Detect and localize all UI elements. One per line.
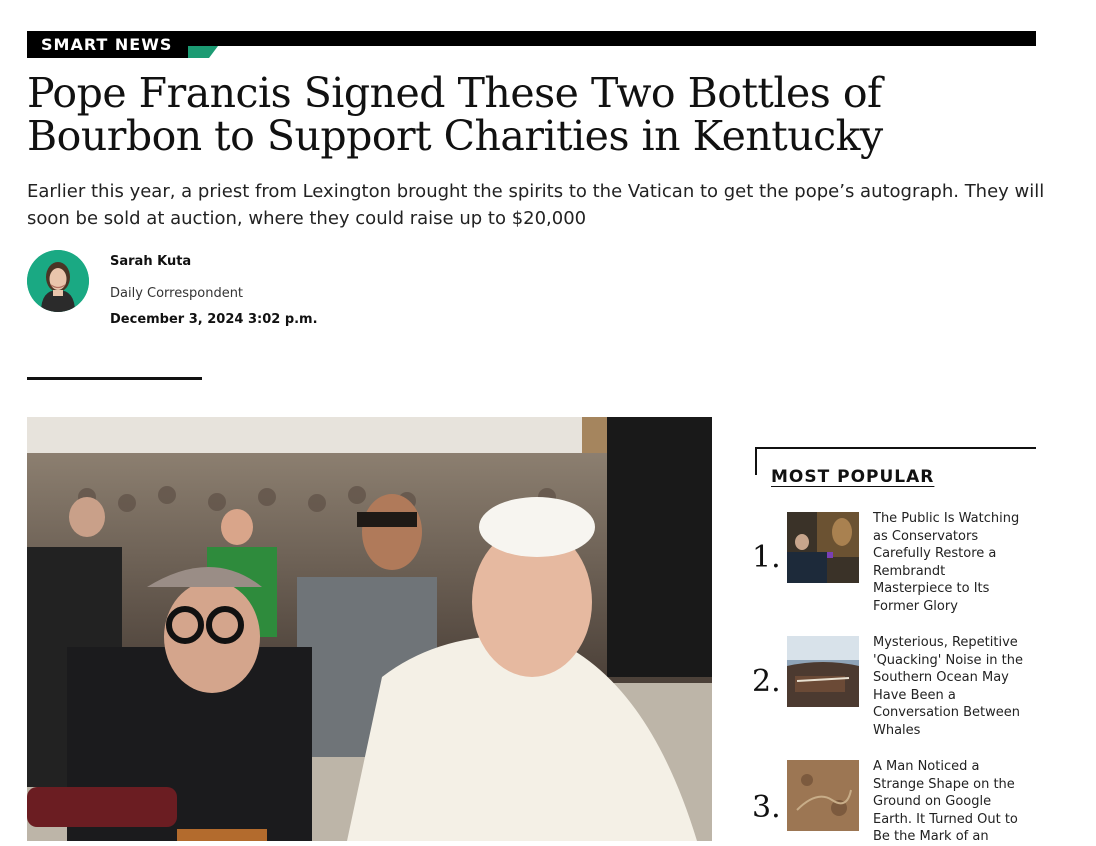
rank-number: 2.	[752, 664, 781, 699]
rank-number: 3.	[752, 790, 781, 825]
article-title: Pope Francis Signed These Two Bottles of…	[27, 69, 883, 160]
section-divider	[27, 377, 202, 380]
kicker-accent-stripe	[188, 46, 218, 58]
author-role: Daily Correspondent	[110, 286, 244, 301]
author-name-link[interactable]: Sarah Kuta	[110, 254, 191, 269]
popular-thumbnail[interactable]	[787, 760, 859, 831]
section-kicker-label[interactable]: SMART NEWS	[41, 35, 172, 54]
popular-thumbnail[interactable]	[787, 636, 859, 707]
author-avatar[interactable]	[27, 250, 89, 312]
most-popular-frame-top	[755, 447, 1036, 449]
popular-thumbnail[interactable]	[787, 512, 859, 583]
popular-item-title[interactable]: The Public Is Watching as Conservators C…	[873, 510, 1023, 616]
author-portrait-image	[27, 250, 89, 312]
article-dek: Earlier this year, a priest from Lexingt…	[27, 181, 1045, 229]
rank-number: 1.	[752, 540, 781, 575]
popular-item-title[interactable]: A Man Noticed a Strange Shape on the Gro…	[873, 758, 1023, 846]
most-popular-frame-left	[755, 447, 757, 475]
popular-item-title[interactable]: Mysterious, Repetitive 'Quacking' Noise …	[873, 634, 1023, 740]
most-popular-heading[interactable]: MOST POPULAR	[771, 467, 934, 487]
publish-date: December 3, 2024 3:02 p.m.	[110, 312, 318, 327]
article-hero-image[interactable]	[27, 417, 712, 841]
